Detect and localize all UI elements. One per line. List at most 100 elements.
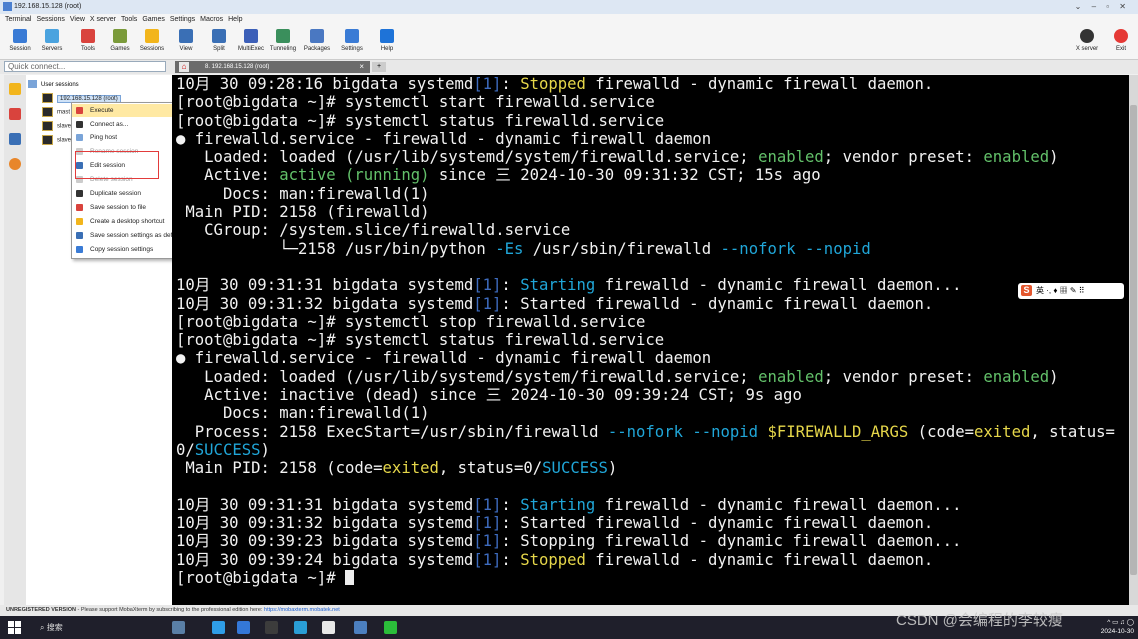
terminal-text: ) xyxy=(1049,148,1059,167)
toolbar-settings-button[interactable]: Settings xyxy=(336,29,368,52)
exit-icon xyxy=(1114,29,1128,43)
terminal-text: 10月 30 09:31:31 bigdata systemd xyxy=(176,495,474,514)
toolbar-label: MultiExec xyxy=(237,46,264,52)
terminal-text: Active: xyxy=(176,166,280,185)
ime-toolbar[interactable]: S 英 ·, ♦ ▦ ✎ ⠿ xyxy=(1018,283,1124,299)
new-tab-button[interactable]: + xyxy=(372,62,386,72)
session-label: slave xyxy=(57,123,72,130)
toolbar-help-button[interactable]: Help xyxy=(371,29,403,52)
terminal-line: Active: inactive (dead) since 三 2024-10-… xyxy=(172,386,1129,404)
menu-item-help[interactable]: Help xyxy=(228,16,242,23)
servers-icon xyxy=(45,29,59,43)
terminal-line: [root@bigdata ~]# systemctl status firew… xyxy=(172,112,1129,130)
toolbar-tunneling-button[interactable]: Tunneling xyxy=(267,29,299,52)
terminal-line: ● firewalld.service - firewalld - dynami… xyxy=(172,349,1129,367)
menu-item-view[interactable]: View xyxy=(70,16,85,23)
menu-item-label: Execute xyxy=(90,107,114,114)
split-icon xyxy=(212,29,226,43)
toolbar-multiexec-button[interactable]: MultiExec xyxy=(235,29,267,52)
vmware-icon[interactable] xyxy=(294,621,307,634)
toolbar-label: Servers xyxy=(41,46,63,52)
scrollbar-thumb[interactable] xyxy=(1130,105,1137,575)
terminal-text: Starting xyxy=(520,495,596,514)
watermark: CSDN @会编程的李较瘦 xyxy=(896,612,1063,629)
tab-session[interactable]: ⌂ 8. 192.168.15.128 (root) × xyxy=(175,61,370,73)
toolbar-view-button[interactable]: View xyxy=(170,29,202,52)
sessions-star-icon[interactable] xyxy=(9,83,21,95)
tools-icon[interactable] xyxy=(9,108,21,120)
menu-item-macros[interactable]: Macros xyxy=(200,16,223,23)
tunneling-icon xyxy=(276,29,290,43)
terminal-text: : xyxy=(501,75,521,93)
terminal-text: 10月 30 09:28:16 bigdata systemd xyxy=(176,75,474,93)
home-tab-icon[interactable]: ⌂ xyxy=(179,62,189,72)
toolbar-sessions-button[interactable]: Sessions xyxy=(136,29,168,52)
status-link[interactable]: https://mobaxterm.mobatek.net xyxy=(264,607,340,613)
terminal-text: Loaded: loaded (/usr/lib/systemd/system/… xyxy=(176,367,759,386)
sftp-icon[interactable] xyxy=(9,158,21,170)
terminal-text: ) xyxy=(1049,367,1059,386)
toolbar-label: Help xyxy=(380,46,394,52)
menu-item-tools[interactable]: Tools xyxy=(121,16,137,23)
terminal-line: 10月 30 09:31:32 bigdata systemd[1]: Star… xyxy=(172,295,1129,313)
menu-bar: Terminal Sessions View X server Tools Games Se… xyxy=(0,14,1138,27)
folder-icon xyxy=(28,80,37,89)
session-item[interactable]: slave xyxy=(42,121,71,131)
ime-label: 英 ·, ♦ ▦ ✎ ⠿ xyxy=(1036,286,1085,295)
wechat-icon[interactable] xyxy=(384,621,397,634)
terminal-line: 10月 30 09:31:31 bigdata systemd[1]: Star… xyxy=(172,496,1129,514)
menu-item-sessions[interactable]: Sessions xyxy=(36,16,64,23)
mobaxterm-icon[interactable] xyxy=(354,621,367,634)
menu-item-games[interactable]: Games xyxy=(142,16,165,23)
terminal-output[interactable]: 10月 30 09:28:16 bigdata systemd [1]: Stop… xyxy=(172,75,1129,605)
session-item[interactable]: slave xyxy=(42,135,71,145)
terminal-text: /usr/sbin/firewalld xyxy=(523,239,721,258)
terminal-text: [1] xyxy=(473,532,502,551)
tab-close-icon[interactable]: × xyxy=(359,61,364,73)
toolbar-label: X server xyxy=(1075,46,1099,52)
terminal-text: enabled xyxy=(758,367,824,386)
window-title: 192.168.15.128 (root) xyxy=(14,3,82,10)
toolbar-games-button[interactable]: Games xyxy=(104,29,136,52)
typora-icon[interactable] xyxy=(265,621,278,634)
terminal-text: enabled xyxy=(983,367,1050,386)
game-app-icon[interactable] xyxy=(172,621,185,634)
terminal-text: Main PID: 2158 (code= xyxy=(176,459,383,478)
terminal-line: 10月 30 09:31:31 bigdata systemd[1]: Star… xyxy=(172,276,1129,294)
toolbar-label: Sessions xyxy=(139,46,165,52)
session-item[interactable]: mast xyxy=(42,107,70,117)
menu-item-icon xyxy=(76,246,83,253)
toolbar-session-button[interactable]: Session xyxy=(4,29,36,52)
system-tray[interactable]: ^ ▭ ♫ ◯ 2024-10-30 xyxy=(1101,618,1134,636)
terminal-text: Active: inactive (dead) since 三 2024-10-… xyxy=(176,386,802,405)
games-icon xyxy=(113,29,127,43)
search-icon: ⌕ xyxy=(40,623,47,632)
terminal-text: active (running) xyxy=(279,166,430,185)
menu-item-icon xyxy=(76,121,83,128)
terminal-line: 0/SUCCESS) xyxy=(172,441,1129,459)
user-sessions-folder[interactable]: User sessions xyxy=(28,80,79,90)
edge-icon[interactable] xyxy=(212,621,225,634)
packages-icon xyxy=(310,29,324,43)
quick-connect-input[interactable]: Quick connect... xyxy=(4,61,166,72)
sogou-logo-icon: S xyxy=(1021,285,1032,296)
terminal-text: Stopped xyxy=(520,550,586,569)
mail-icon[interactable] xyxy=(322,621,335,634)
toolbar-servers-button[interactable]: Servers xyxy=(36,29,68,52)
toolbar-tools-button[interactable]: Tools xyxy=(72,29,104,52)
menu-item-label: Ping host xyxy=(90,134,118,141)
toolbar-x-server-button[interactable]: X server xyxy=(1071,29,1103,52)
toolbar-exit-button[interactable]: Exit xyxy=(1105,29,1137,52)
file-explorer-icon[interactable] xyxy=(237,621,250,634)
windows-start-icon[interactable] xyxy=(8,621,21,634)
toolbar-split-button[interactable]: Split xyxy=(203,29,235,52)
menu-item-icon xyxy=(76,107,83,114)
toolbar-packages-button[interactable]: Packages xyxy=(301,29,333,52)
macros-icon[interactable] xyxy=(9,133,21,145)
menu-item-x-server[interactable]: X server xyxy=(90,16,116,23)
terminal-scrollbar[interactable] xyxy=(1129,75,1138,605)
menu-item-settings[interactable]: Settings xyxy=(170,16,195,23)
taskbar-search[interactable]: ⌕ 搜索 xyxy=(34,620,160,635)
menu-item-terminal[interactable]: Terminal xyxy=(5,16,31,23)
window-controls[interactable]: ⌄ – ▫ ✕ xyxy=(1075,2,1130,11)
